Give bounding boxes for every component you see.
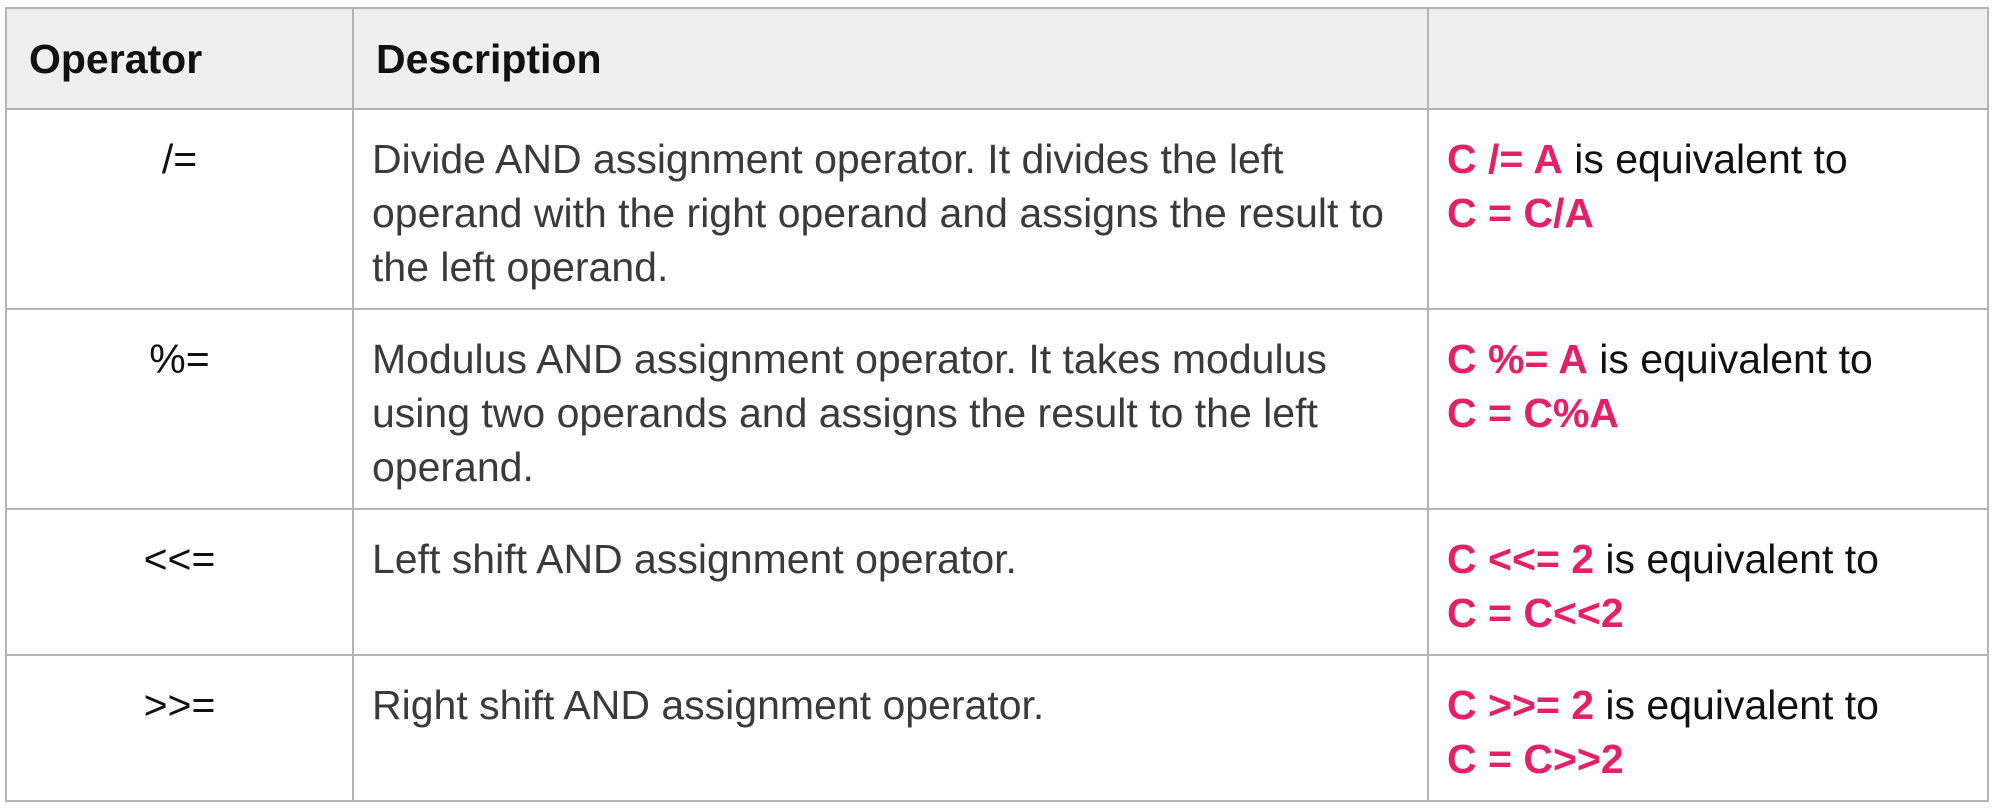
example-cell: C %= A is equivalent to C = C%A	[1427, 308, 1989, 510]
operator-cell: >>=	[5, 654, 354, 802]
example-text: is equivalent to	[1594, 682, 1879, 728]
example-text: is equivalent to	[1594, 536, 1879, 582]
operators-table-wrapper: Operator Description /= Divide AND assig…	[5, 7, 1989, 802]
table-body: /= Divide AND assignment operator. It di…	[5, 108, 1989, 802]
example-code: C >>= 2	[1447, 682, 1595, 728]
header-row: Operator Description	[5, 7, 1989, 110]
example-result: C = C%A	[1447, 390, 1620, 436]
description-cell: Divide AND assignment operator. It divid…	[352, 108, 1429, 310]
operators-table: Operator Description /= Divide AND assig…	[5, 7, 1989, 802]
table-header: Operator Description	[5, 7, 1989, 110]
operator-cell: /=	[5, 108, 354, 310]
example-cell: C /= A is equivalent to C = C/A	[1427, 108, 1989, 310]
description-cell: Right shift AND assignment operator.	[352, 654, 1429, 802]
table-row: /= Divide AND assignment operator. It di…	[5, 108, 1989, 310]
example-cell: C <<= 2 is equivalent to C = C<<2	[1427, 508, 1989, 656]
operator-cell: <<=	[5, 508, 354, 656]
example-text: is equivalent to	[1587, 336, 1873, 382]
table-row: %= Modulus AND assignment operator. It t…	[5, 308, 1989, 510]
operator-cell: %=	[5, 308, 354, 510]
table-row: >>= Right shift AND assignment operator.…	[5, 654, 1989, 802]
example-cell: C >>= 2 is equivalent to C = C>>2	[1427, 654, 1989, 802]
example-text: is equivalent to	[1562, 136, 1848, 182]
header-operator: Operator	[5, 7, 354, 110]
example-code: C %= A	[1447, 336, 1588, 382]
description-cell: Left shift AND assignment operator.	[352, 508, 1429, 656]
description-cell: Modulus AND assignment operator. It take…	[352, 308, 1429, 510]
example-code: C <<= 2	[1447, 536, 1595, 582]
header-description: Description	[352, 7, 1429, 110]
example-result: C = C<<2	[1447, 590, 1624, 636]
example-result: C = C>>2	[1447, 736, 1624, 782]
example-result: C = C/A	[1447, 190, 1594, 236]
example-code: C /= A	[1447, 136, 1563, 182]
header-example	[1427, 7, 1989, 110]
table-row: <<= Left shift AND assignment operator. …	[5, 508, 1989, 656]
